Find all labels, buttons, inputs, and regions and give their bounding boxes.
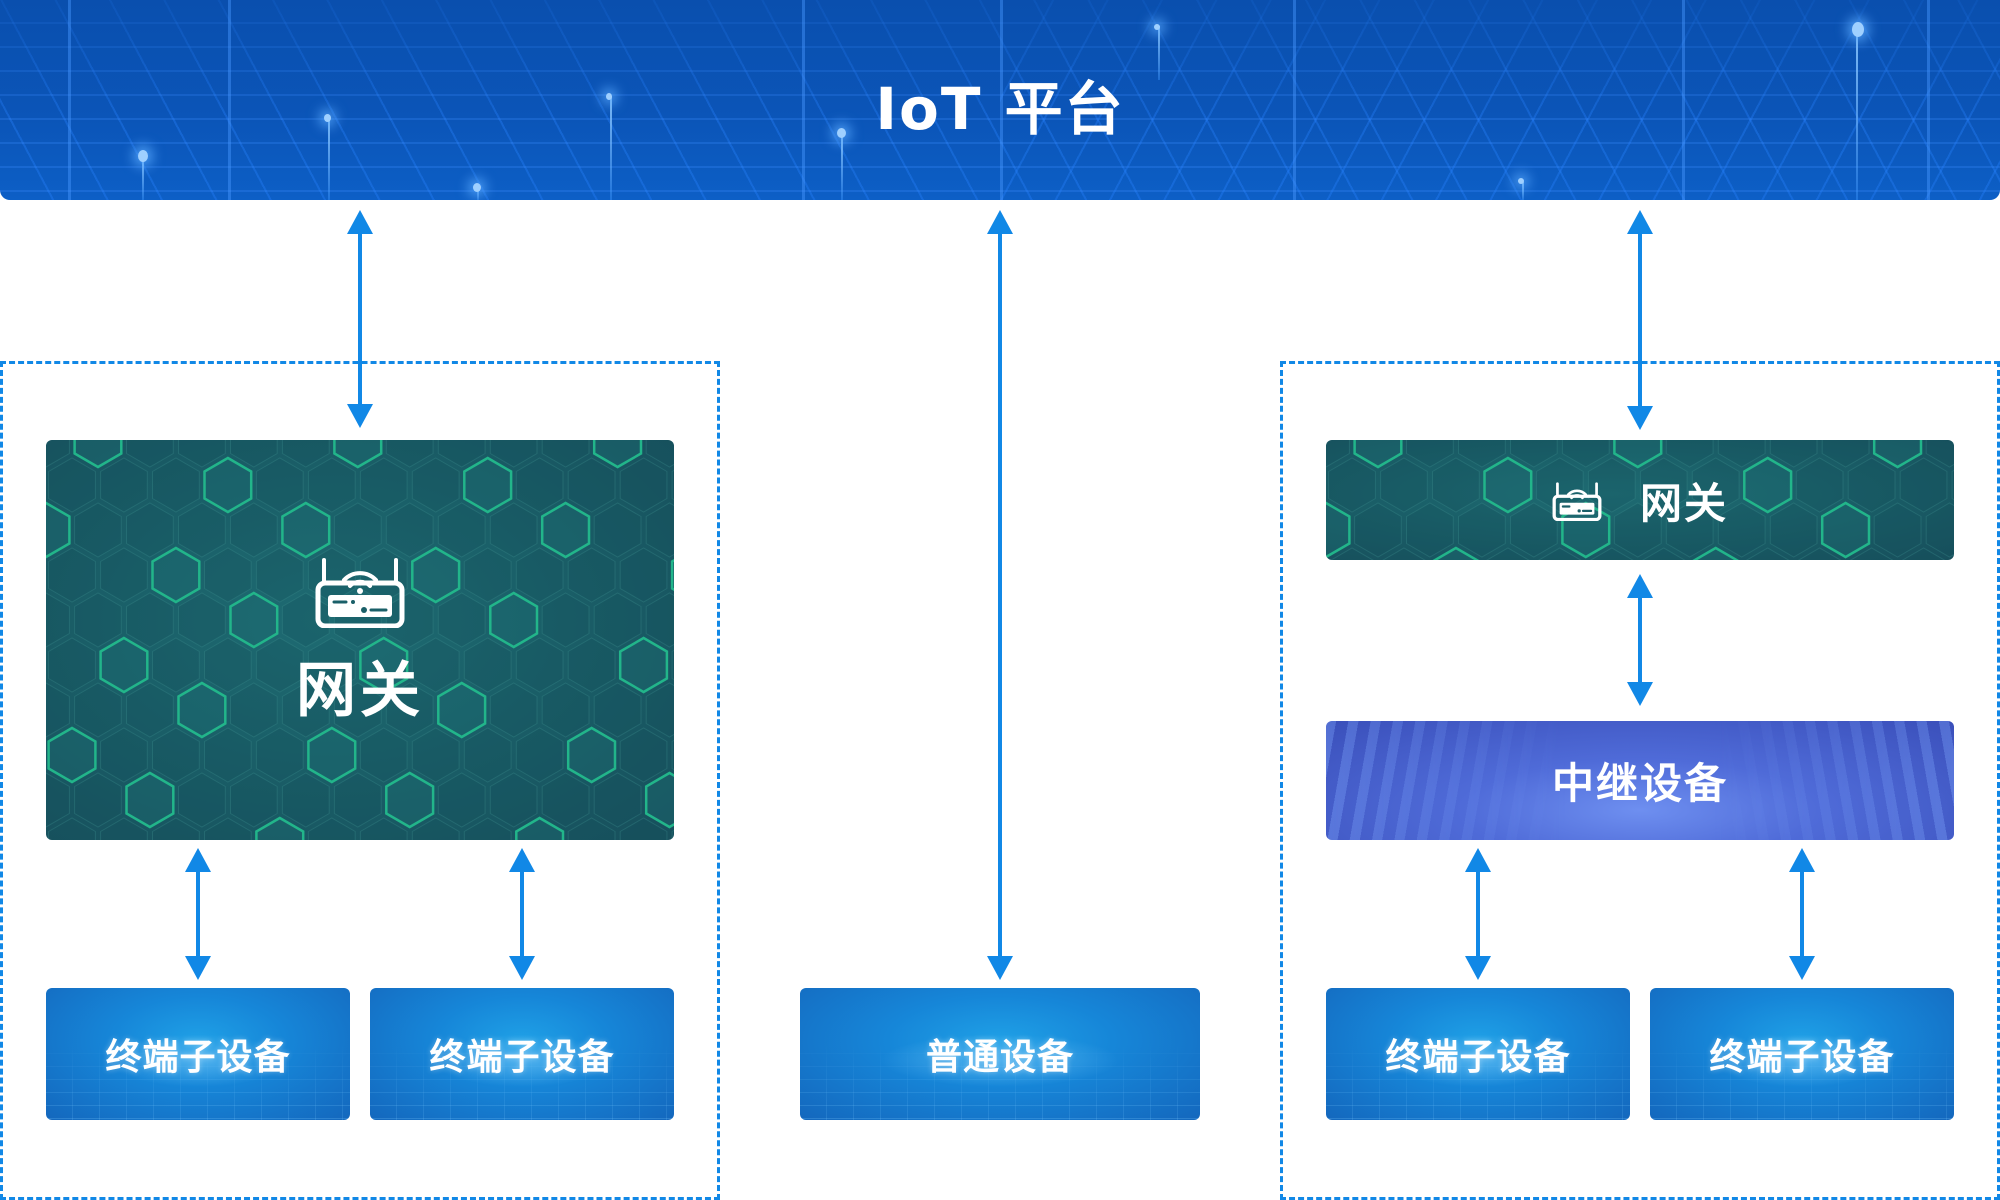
arrow-head-up-icon — [1627, 210, 1653, 234]
platform-title: IoT 平台 — [875, 75, 1125, 143]
light-pole-decoration — [142, 156, 144, 200]
left-terminal-device-1[interactable]: 终端子设备 — [46, 988, 350, 1120]
terminal-device-label: 终端子设备 — [1709, 1037, 1895, 1078]
left-gateway-label: 网关 — [296, 655, 424, 726]
light-dot-decoration — [1852, 22, 1864, 37]
terminal-device-label: 终端子设备 — [105, 1037, 291, 1078]
light-pole-decoration — [1522, 182, 1524, 200]
router-icon — [1552, 482, 1602, 521]
normal-device-label: 普通设备 — [925, 1037, 1074, 1078]
light-dot-decoration — [1154, 24, 1160, 30]
terminal-device-label: 终端子设备 — [1385, 1037, 1571, 1078]
iot-platform-banner: IoT 平台 — [0, 0, 2000, 200]
terminal-device-label: 终端子设备 — [429, 1037, 615, 1078]
relay-device-label: 中继设备 — [1551, 759, 1728, 808]
arrow-head-up-icon — [987, 210, 1013, 234]
arrow-head-down-icon — [987, 956, 1013, 980]
bidirectional-arrow — [987, 210, 1013, 980]
normal-device[interactable]: 普通设备 — [800, 988, 1200, 1120]
right-gateway-label: 网关 — [1639, 478, 1728, 528]
relay-device[interactable]: 中继设备 — [1326, 721, 1954, 840]
right-gateway-box[interactable]: 网关 — [1326, 440, 1954, 560]
left-gateway-box[interactable]: 网关 — [46, 440, 674, 840]
light-dot-decoration — [138, 150, 148, 162]
light-dot-decoration — [473, 183, 481, 192]
router-icon — [315, 557, 405, 628]
light-dot-decoration — [1518, 178, 1524, 184]
right-terminal-device-1[interactable]: 终端子设备 — [1326, 988, 1630, 1120]
right-terminal-device-2[interactable]: 终端子设备 — [1650, 988, 1954, 1120]
arrow-head-up-icon — [347, 210, 373, 234]
left-terminal-device-2[interactable]: 终端子设备 — [370, 988, 674, 1120]
